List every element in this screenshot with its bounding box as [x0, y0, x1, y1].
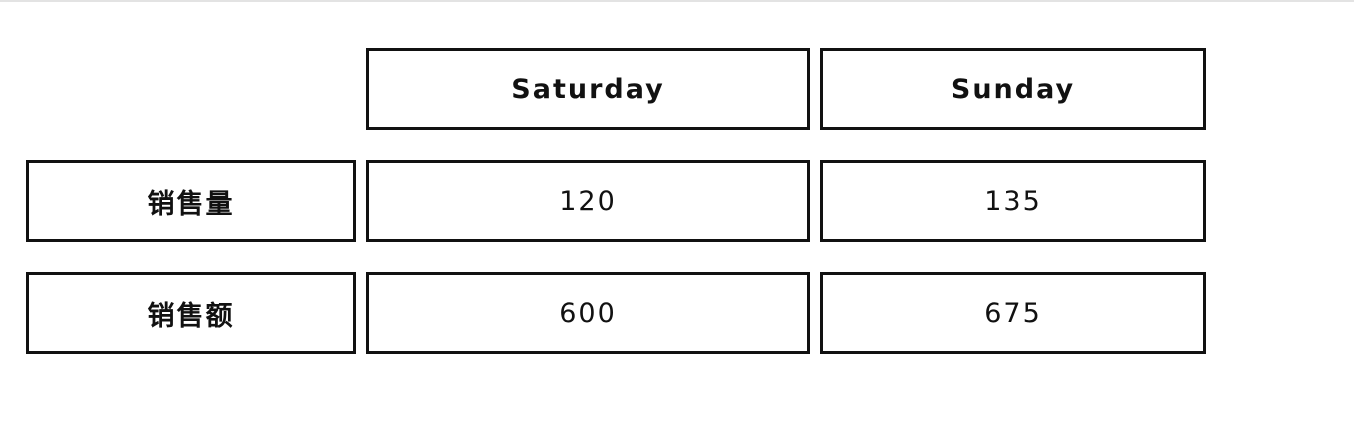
top-divider — [0, 0, 1354, 2]
row-label-sales-volume: 销售量 — [26, 160, 356, 242]
table-cell: 675 — [820, 272, 1206, 354]
column-header-label: Sunday — [950, 73, 1076, 105]
table-cell: 120 — [366, 160, 810, 242]
cell-value: 120 — [559, 185, 617, 217]
cell-value: 600 — [559, 297, 617, 329]
cell-value: 675 — [984, 297, 1042, 329]
row-label-text: 销售量 — [147, 188, 235, 220]
column-header-sunday: Sunday — [820, 48, 1206, 130]
column-header-saturday: Saturday — [366, 48, 810, 130]
cell-value: 135 — [984, 185, 1042, 217]
column-header-label: Saturday — [511, 73, 665, 105]
table-cell: 135 — [820, 160, 1206, 242]
row-label-sales-amount: 销售额 — [26, 272, 356, 354]
table-cell: 600 — [366, 272, 810, 354]
row-label-text: 销售额 — [147, 300, 235, 332]
